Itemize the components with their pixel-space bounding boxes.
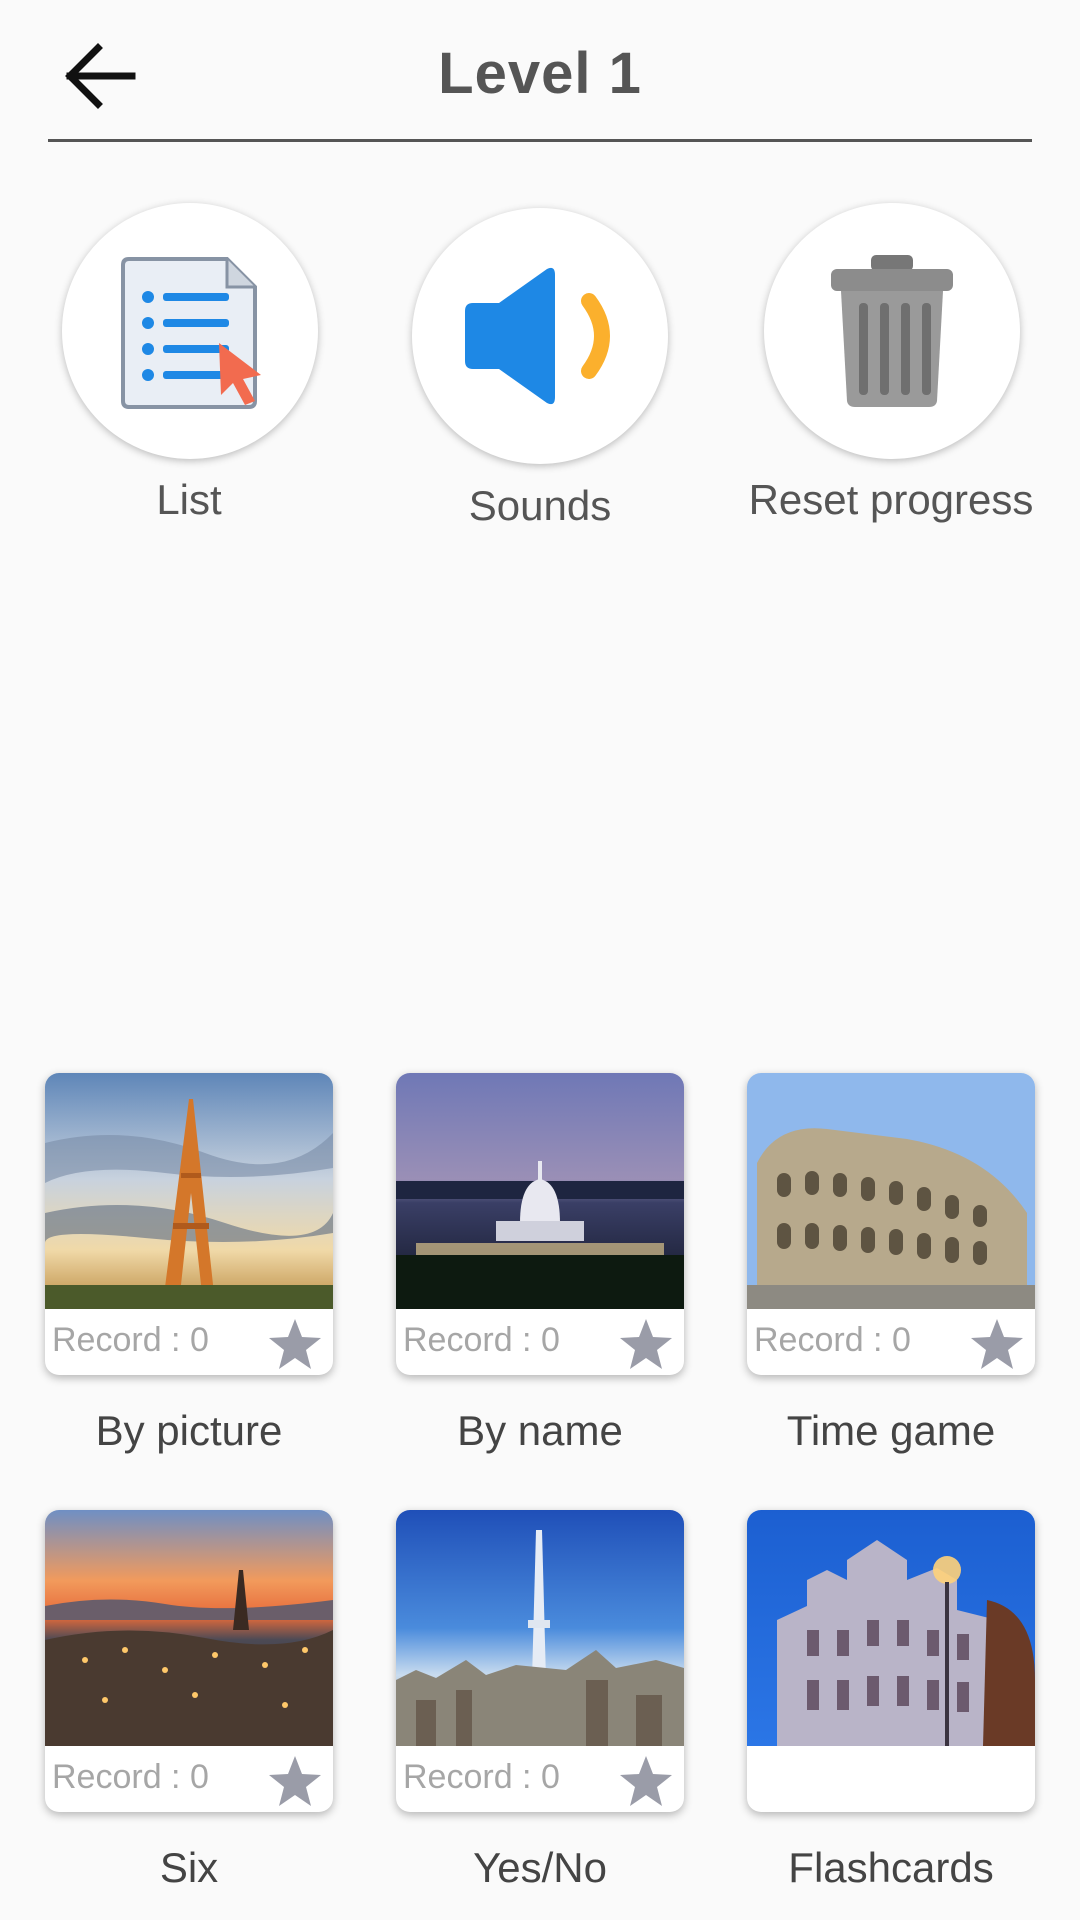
eiffel-tower-photo [45,1073,333,1309]
us-capitol-photo [396,1073,684,1309]
mode-label-yes-no: Yes/No [473,1844,607,1891]
trash-can-icon [831,255,953,407]
list-label: List [156,476,222,523]
header: Level 1 [0,0,1080,142]
mode-label-by-name: By name [457,1407,623,1454]
header-divider [48,139,1032,142]
list-document-icon [121,257,261,409]
mode-card-flashcards[interactable] [747,1510,1035,1812]
star-icon [269,1319,321,1369]
bern-city-photo [45,1510,333,1746]
page-title: Level 1 [438,41,642,106]
colosseum-photo [747,1073,1035,1309]
reset-progress-label: Reset progress [748,476,1034,523]
mode-card-by-picture[interactable]: Record : 0 [45,1073,333,1375]
sounds-button[interactable] [412,208,668,464]
record-text: Record : 0 [52,1321,209,1359]
record-text: Record : 0 [52,1758,209,1796]
list-button[interactable] [62,203,318,459]
sounds-label: Sounds [468,482,612,529]
star-icon [971,1319,1023,1369]
reset-progress-button[interactable] [764,203,1020,459]
speaker-icon [465,267,610,405]
record-text: Record : 0 [403,1758,560,1796]
mode-card-yes-no[interactable]: Record : 0 [396,1510,684,1812]
mode-label-time-game: Time game [786,1407,996,1454]
mode-card-time-game[interactable]: Record : 0 [747,1073,1035,1375]
mode-label-six: Six [159,1844,219,1891]
mode-label-flashcards: Flashcards [788,1844,994,1891]
mode-card-by-name[interactable]: Record : 0 [396,1073,684,1375]
record-text: Record : 0 [403,1321,560,1359]
star-icon [620,1319,672,1369]
record-text: Record : 0 [754,1321,911,1359]
mode-card-six[interactable]: Record : 0 [45,1510,333,1812]
tokyo-skytree-photo [396,1510,684,1746]
star-icon [620,1756,672,1806]
mode-label-by-picture: By picture [95,1407,283,1454]
madrid-palace-photo [747,1510,1035,1746]
star-icon [269,1756,321,1806]
